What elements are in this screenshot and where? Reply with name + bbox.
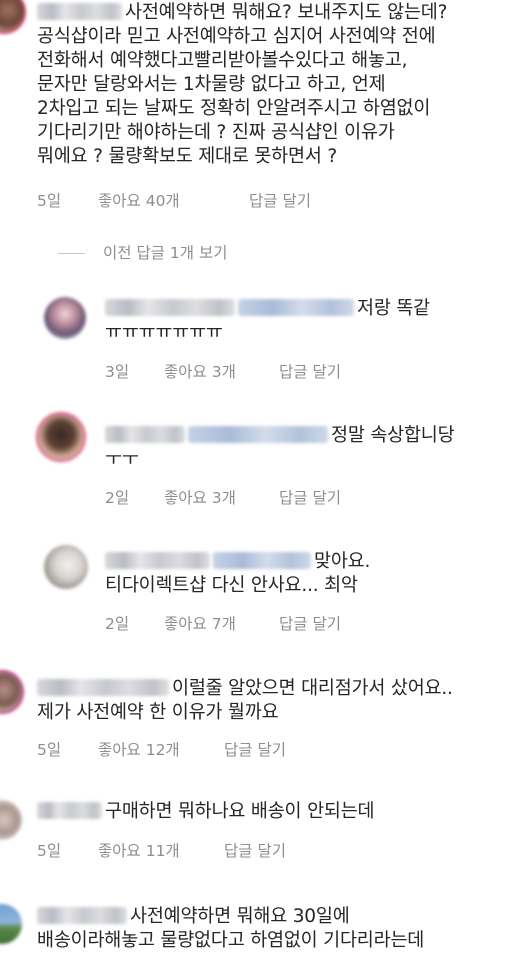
username[interactable] xyxy=(105,426,185,443)
comment-actions: 5일 좋아요 12개 답글 달기 xyxy=(37,738,497,760)
reply-time: 3일 xyxy=(105,363,130,381)
reply-time: 2일 xyxy=(105,489,130,507)
comments-screen: { "comments": [ { "lines": [ "사전예약하면 뭐해요… xyxy=(0,0,517,960)
view-previous-replies[interactable]: 이전 답글 1개 보기 xyxy=(58,241,227,263)
likes-count[interactable]: 좋아요 7개 xyxy=(164,612,236,634)
likes-count[interactable]: 좋아요 11개 xyxy=(98,839,180,861)
reply-text: 정말 속상합니당 ㅜㅜ xyxy=(105,425,455,470)
divider xyxy=(58,253,85,254)
reply-button[interactable]: 답글 달기 xyxy=(224,839,286,861)
reply-actions: 2일 좋아요 3개 답글 달기 xyxy=(105,486,485,508)
username[interactable] xyxy=(37,679,169,696)
likes-count[interactable]: 좋아요 3개 xyxy=(164,486,236,508)
reply-button[interactable]: 답글 달기 xyxy=(279,612,341,634)
avatar[interactable] xyxy=(38,414,84,460)
likes-count[interactable]: 좋아요 40개 xyxy=(98,189,180,211)
likes-count[interactable]: 좋아요 12개 xyxy=(98,738,180,760)
comment-actions: 5일 좋아요 40개 답글 달기 xyxy=(37,189,497,211)
reply-text: 저랑 똑같 ㅠㅠㅠㅠㅠㅠㅠ xyxy=(105,298,430,343)
username[interactable] xyxy=(37,907,127,924)
avatar[interactable] xyxy=(0,672,22,712)
reply-button[interactable]: 답글 달기 xyxy=(249,189,311,211)
comment-time: 5일 xyxy=(37,192,62,210)
comment-text: 구매하면 뭐하나요 배송이 안되는데 xyxy=(37,800,375,824)
reply-text: 맞아요. 티다이렉트샵 다신 안사요... 최악 xyxy=(105,551,371,596)
reply-time: 2일 xyxy=(105,615,130,633)
username[interactable] xyxy=(37,802,102,819)
username[interactable] xyxy=(37,3,122,20)
reply-button[interactable]: 답글 달기 xyxy=(224,738,286,760)
comment-text: 이럴줄 알았으면 대리점가서 샀어요.. 제가 사전예약 한 이유가 뭘까요 xyxy=(37,678,453,723)
likes-count[interactable]: 좋아요 3개 xyxy=(164,360,236,382)
comment-actions: 5일 좋아요 11개 답글 달기 xyxy=(37,839,497,861)
username[interactable] xyxy=(105,552,210,569)
mention[interactable] xyxy=(213,552,311,569)
comment-text: 사전예약하면 뭐해요? 보내주지도 않는데? 공식샵이라 믿고 사전예약하고 심… xyxy=(37,2,448,167)
avatar[interactable] xyxy=(0,800,22,840)
reply-button[interactable]: 답글 달기 xyxy=(279,486,341,508)
avatar[interactable] xyxy=(0,904,22,944)
comment-time: 5일 xyxy=(37,842,62,860)
mention[interactable] xyxy=(238,299,354,316)
mention[interactable] xyxy=(188,426,328,443)
comment-time: 5일 xyxy=(37,741,62,759)
reply-actions: 2일 좋아요 7개 답글 달기 xyxy=(105,612,485,634)
comment-text: 사전예약하면 뭐해요 30일에 배송이라해놓고 물량없다고 하염없이 기다리라는… xyxy=(37,906,425,951)
username[interactable] xyxy=(105,299,235,316)
reply-actions: 3일 좋아요 3개 답글 달기 xyxy=(105,360,485,382)
avatar[interactable] xyxy=(44,545,88,589)
reply-button[interactable]: 답글 달기 xyxy=(279,360,341,382)
avatar[interactable] xyxy=(44,297,86,339)
avatar[interactable] xyxy=(0,0,24,32)
